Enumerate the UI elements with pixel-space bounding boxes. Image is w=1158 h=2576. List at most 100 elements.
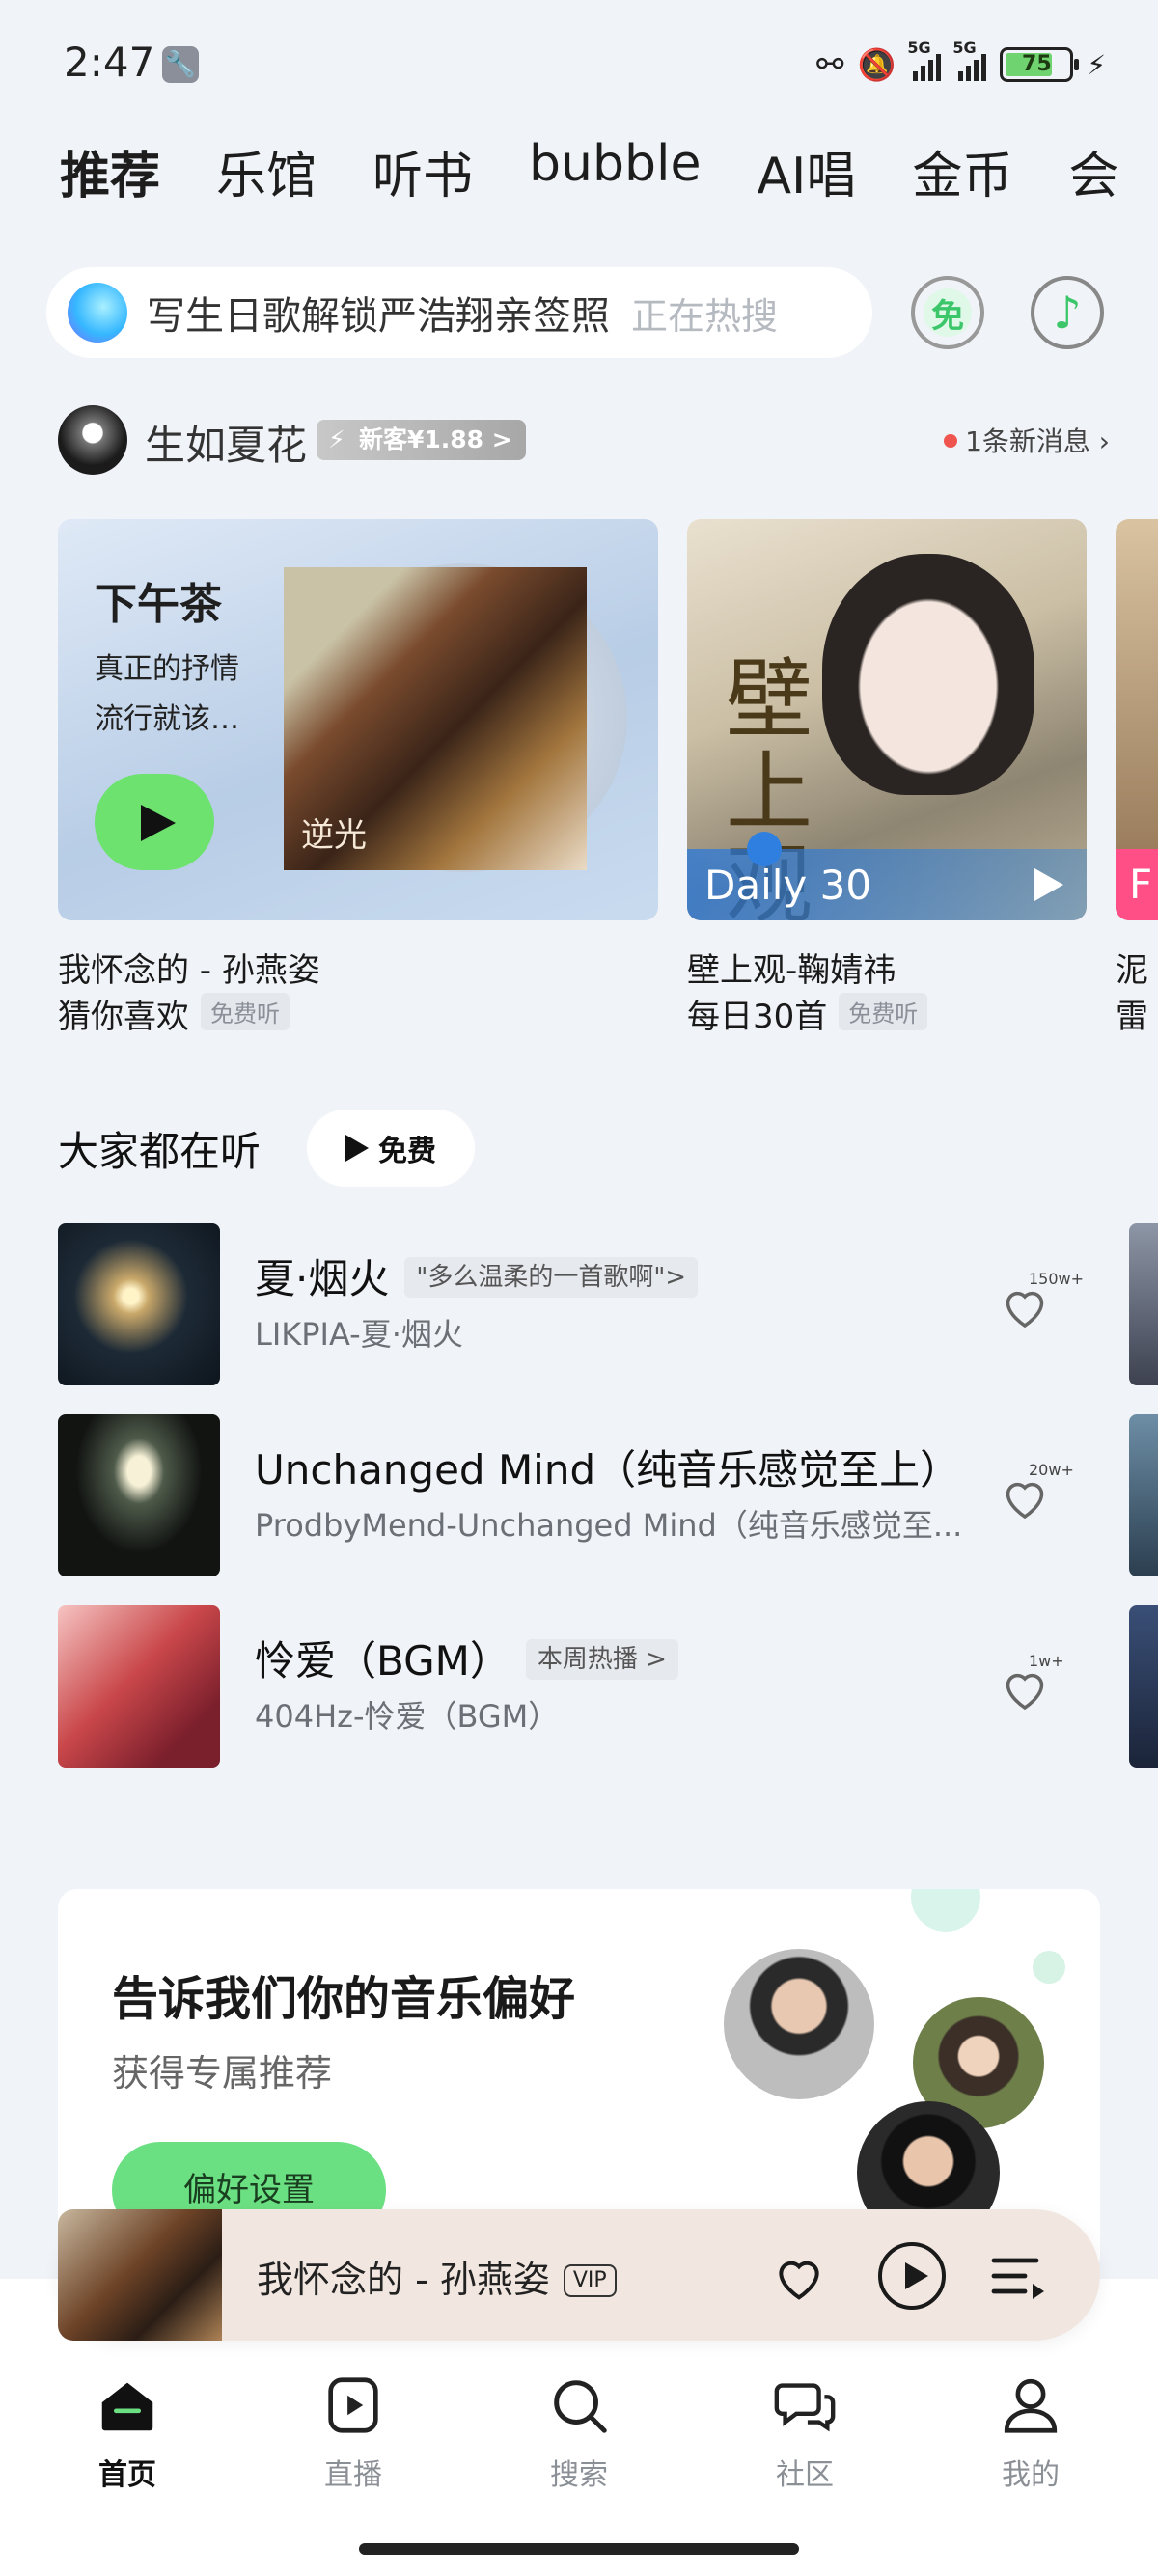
heart-icon[interactable] xyxy=(768,2246,830,2308)
tab-music-hall[interactable]: 乐馆 xyxy=(216,135,317,222)
card-afternoon-tea[interactable]: 下午茶 真正的抒情流行就该… 逆光 xyxy=(58,519,658,920)
new-user-badge[interactable]: 新客¥1.88 > xyxy=(317,420,526,460)
tab-coins[interactable]: 金币 xyxy=(912,135,1012,222)
mini-player[interactable]: 我怀念的 - 孙燕姿 VIP xyxy=(58,2209,1100,2341)
decor-circle xyxy=(911,1889,980,1932)
nav-live[interactable]: 直播 xyxy=(286,2371,421,2493)
unread-dot-icon xyxy=(944,434,958,448)
playlist-icon[interactable] xyxy=(990,2252,1048,2300)
song-artist: ProdbyMend-Unchanged Mind（纯音乐感觉至... xyxy=(255,1507,963,1544)
chat-bubbles-icon xyxy=(774,2383,836,2432)
free-tag: 免费听 xyxy=(839,993,928,1030)
user-icon xyxy=(1004,2378,1058,2433)
card-subtitle: 真正的抒情流行就该… xyxy=(95,652,239,736)
song-row[interactable]: 夏·烟火 "多么温柔的一首歌啊"> LIKPIA-夏·烟火 150w+ xyxy=(58,1223,1158,1385)
song-artist: 404Hz-怜爱（BGM） xyxy=(255,1698,560,1735)
song-chip[interactable]: "多么温柔的一首歌啊"> xyxy=(404,1257,699,1298)
song-row[interactable]: 怜爱（BGM） 本周热播 > 404Hz-怜爱（BGM） 1w+ xyxy=(58,1605,1158,1768)
card-caption-2: 雷 xyxy=(1116,998,1148,1036)
free-icon: 免 xyxy=(924,288,972,337)
section-title: 大家都在听 xyxy=(58,1128,262,1175)
song-thumb xyxy=(58,1414,220,1576)
song-artist: LIKPIA-夏·烟火 xyxy=(255,1316,463,1353)
battery-icon: 75 xyxy=(1000,47,1080,82)
play-icon[interactable] xyxy=(1034,868,1063,901)
signal-1-icon: 5G xyxy=(907,39,942,81)
song-title: 夏·烟火 "多么温柔的一首歌啊"> xyxy=(255,1247,699,1305)
top-tabs: 推荐 乐馆 听书 bubble AI唱 金币 会 xyxy=(60,135,1121,222)
song-thumb xyxy=(58,1605,220,1768)
song-row[interactable]: Unchanged Mind（纯音乐感觉至上） ProdbyMend-Uncha… xyxy=(58,1414,1158,1576)
status-icons: ⚯ 🔕 5G 5G 75 ⚡ xyxy=(815,39,1106,87)
like-count: 20w+ xyxy=(1029,1461,1074,1479)
card-caption: 我怀念的 - 孙燕姿 xyxy=(58,951,320,990)
battery-level: 75 xyxy=(1022,52,1052,76)
search-bar[interactable]: 写生日歌解锁严浩翔亲签照 正在热搜 xyxy=(46,267,872,358)
search-icon xyxy=(554,2380,607,2433)
free-tag: 免费听 xyxy=(201,993,290,1030)
free-listen-button[interactable]: 免 xyxy=(911,276,984,349)
cover-text: 逆光 xyxy=(301,816,367,855)
status-bar: 2:47 🔧 ⚯ 🔕 5G 5G 75 ⚡ xyxy=(0,0,1158,125)
card-next[interactable]: F xyxy=(1116,519,1158,920)
tab-audiobooks[interactable]: 听书 xyxy=(372,135,473,222)
player-title: 我怀念的 - 孙燕姿 VIP xyxy=(257,2250,617,2303)
status-time: 2:47 xyxy=(64,39,155,86)
play-button[interactable] xyxy=(95,774,214,870)
song-thumb xyxy=(58,1223,220,1385)
song-chip[interactable]: 本周热播 > xyxy=(525,1639,678,1680)
album-art xyxy=(822,554,1034,795)
nav-community[interactable]: 社区 xyxy=(737,2371,872,2493)
live-play-icon xyxy=(328,2377,378,2433)
next-thumb xyxy=(1129,1605,1158,1768)
ai-logo-icon xyxy=(68,283,127,343)
home-icon xyxy=(101,2382,153,2431)
music-note-icon: ♪ xyxy=(1053,287,1082,339)
nav-home[interactable]: 首页 xyxy=(60,2371,195,2493)
like-count: 1w+ xyxy=(1029,1652,1064,1670)
mute-icon: 🔕 xyxy=(857,46,896,83)
wrench-icon: 🔧 xyxy=(162,46,199,83)
play-pause-button[interactable] xyxy=(878,2242,946,2310)
tab-recommend[interactable]: 推荐 xyxy=(60,135,160,222)
card-caption-2: 每日30首 免费听 xyxy=(687,990,928,1037)
player-thumb[interactable] xyxy=(58,2209,222,2341)
card-caption-2: 猜你喜欢 免费听 xyxy=(58,990,290,1037)
artist-avatar xyxy=(724,1949,874,2099)
daily-label: Daily 30 xyxy=(704,862,872,909)
tab-more[interactable]: 会 xyxy=(1068,135,1118,222)
messages-link[interactable]: 1条新消息 › xyxy=(944,421,1110,459)
like-count: 150w+ xyxy=(1029,1270,1085,1288)
user-name[interactable]: 生如夏花 xyxy=(145,413,307,472)
song-title: Unchanged Mind（纯音乐感觉至上） xyxy=(255,1446,961,1494)
next-thumb xyxy=(1129,1223,1158,1385)
preference-subheading: 获得专属推荐 xyxy=(112,2052,333,2095)
nav-profile[interactable]: 我的 xyxy=(963,2371,1098,2493)
card-caption: 泥 xyxy=(1116,951,1148,990)
vip-badge: VIP xyxy=(563,2264,617,2297)
card-label: F xyxy=(1116,849,1158,920)
search-hint: 正在热搜 xyxy=(631,294,779,338)
messages-text: 1条新消息 xyxy=(965,425,1090,457)
user-row: 生如夏花 新客¥1.88 > 1条新消息 › xyxy=(58,403,1110,475)
preference-heading: 告诉我们你的音乐偏好 xyxy=(112,1972,576,2026)
tab-bubble[interactable]: bubble xyxy=(529,135,701,222)
avatar[interactable] xyxy=(58,405,127,475)
play-icon xyxy=(345,1135,369,1162)
charging-icon: ⚡ xyxy=(1087,48,1106,81)
card-caption: 壁上观-鞠婧祎 xyxy=(687,951,896,990)
link-icon: ⚯ xyxy=(815,45,844,84)
signal-2-icon: 5G xyxy=(952,39,987,81)
home-indicator xyxy=(359,2543,799,2555)
nav-search[interactable]: 搜索 xyxy=(511,2371,647,2493)
recommend-cards: 下午茶 真正的抒情流行就该… 逆光 壁上观 Daily 30 F 我怀念的 - … xyxy=(58,519,1158,1040)
chevron-right-icon: › xyxy=(1098,425,1110,457)
card-daily-30[interactable]: 壁上观 Daily 30 xyxy=(687,519,1087,920)
decor-circle xyxy=(1033,1951,1065,1984)
music-recognition-button[interactable]: ♪ xyxy=(1031,276,1104,349)
tab-ai-sing[interactable]: AI唱 xyxy=(757,135,856,222)
free-play-button[interactable]: 免费 xyxy=(307,1110,475,1187)
card-title: 下午茶 xyxy=(95,580,222,629)
next-thumb xyxy=(1129,1414,1158,1576)
search-query: 写生日歌解锁严浩翔亲签照 xyxy=(147,294,610,339)
